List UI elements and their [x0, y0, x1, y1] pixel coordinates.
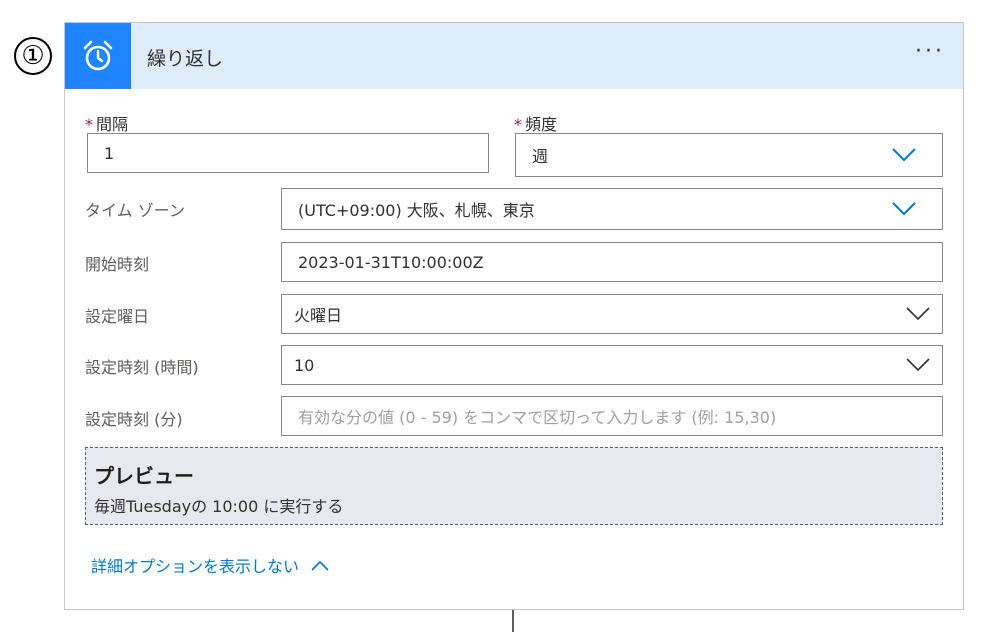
minutes-input[interactable]: 有効な分の値 (0 - 59) をコンマで区切って入力します (例: 15,30…	[281, 396, 943, 436]
frequency-dropdown[interactable]: 週	[515, 133, 943, 177]
hours-value: 10	[294, 355, 315, 375]
hide-advanced-options-label: 詳細オプションを表示しない	[91, 557, 300, 576]
recurrence-card: 繰り返し ··· * 間隔 1 * 頻度 週 タイム ゾーン (UTC+09:00)…	[64, 22, 964, 610]
minutes-placeholder: 有効な分の値 (0 - 59) をコンマで区切って入力します (例: 15,30…	[298, 408, 777, 427]
start-time-label: 開始時刻	[85, 255, 150, 274]
interval-label-text: 間隔	[96, 115, 129, 134]
preview-panel: プレビュー 毎週Tuesdayの 10:00 に実行する	[85, 447, 943, 525]
weekdays-label: 設定曜日	[85, 307, 150, 326]
chevron-down-icon	[906, 358, 930, 372]
frequency-label-text: 頻度	[525, 115, 558, 134]
hide-advanced-options-link[interactable]: 詳細オプションを表示しない	[91, 553, 329, 577]
card-header[interactable]: 繰り返し ···	[65, 23, 963, 89]
more-options-button[interactable]: ···	[915, 37, 945, 67]
chevron-down-icon	[892, 148, 916, 162]
interval-label: * 間隔	[85, 111, 128, 135]
start-time-value: 2023-01-31T10:00:00Z	[298, 252, 484, 272]
timezone-dropdown[interactable]: (UTC+09:00) 大阪、札幌、東京	[281, 188, 943, 230]
preview-title: プレビュー	[94, 464, 194, 488]
required-mark: *	[85, 115, 93, 134]
start-time-input[interactable]: 2023-01-31T10:00:00Z	[281, 242, 943, 282]
frequency-value: 週	[532, 147, 549, 166]
timezone-label: タイム ゾーン	[85, 201, 185, 220]
card-title: 繰り返し	[147, 48, 224, 70]
hours-label: 設定時刻 (時間)	[85, 358, 199, 377]
required-mark: *	[514, 115, 522, 134]
recurrence-icon-tile	[65, 23, 131, 89]
preview-text: 毎週Tuesdayの 10:00 に実行する	[94, 497, 344, 516]
hours-dropdown[interactable]: 10	[281, 345, 943, 385]
minutes-label: 設定時刻 (分)	[85, 410, 183, 429]
interval-input[interactable]: 1	[87, 133, 489, 173]
alarm-clock-icon	[83, 40, 113, 71]
chevron-down-icon	[906, 307, 930, 321]
step-number: ①	[14, 37, 52, 75]
interval-value: 1	[104, 143, 115, 163]
timezone-value: (UTC+09:00) 大阪、札幌、東京	[298, 201, 535, 220]
flow-connector	[512, 610, 514, 632]
chevron-down-icon	[892, 202, 916, 216]
frequency-label: * 頻度	[514, 111, 557, 135]
weekdays-value: 火曜日	[294, 306, 343, 325]
chevron-up-icon	[311, 560, 329, 571]
weekdays-dropdown[interactable]: 火曜日	[281, 294, 943, 334]
